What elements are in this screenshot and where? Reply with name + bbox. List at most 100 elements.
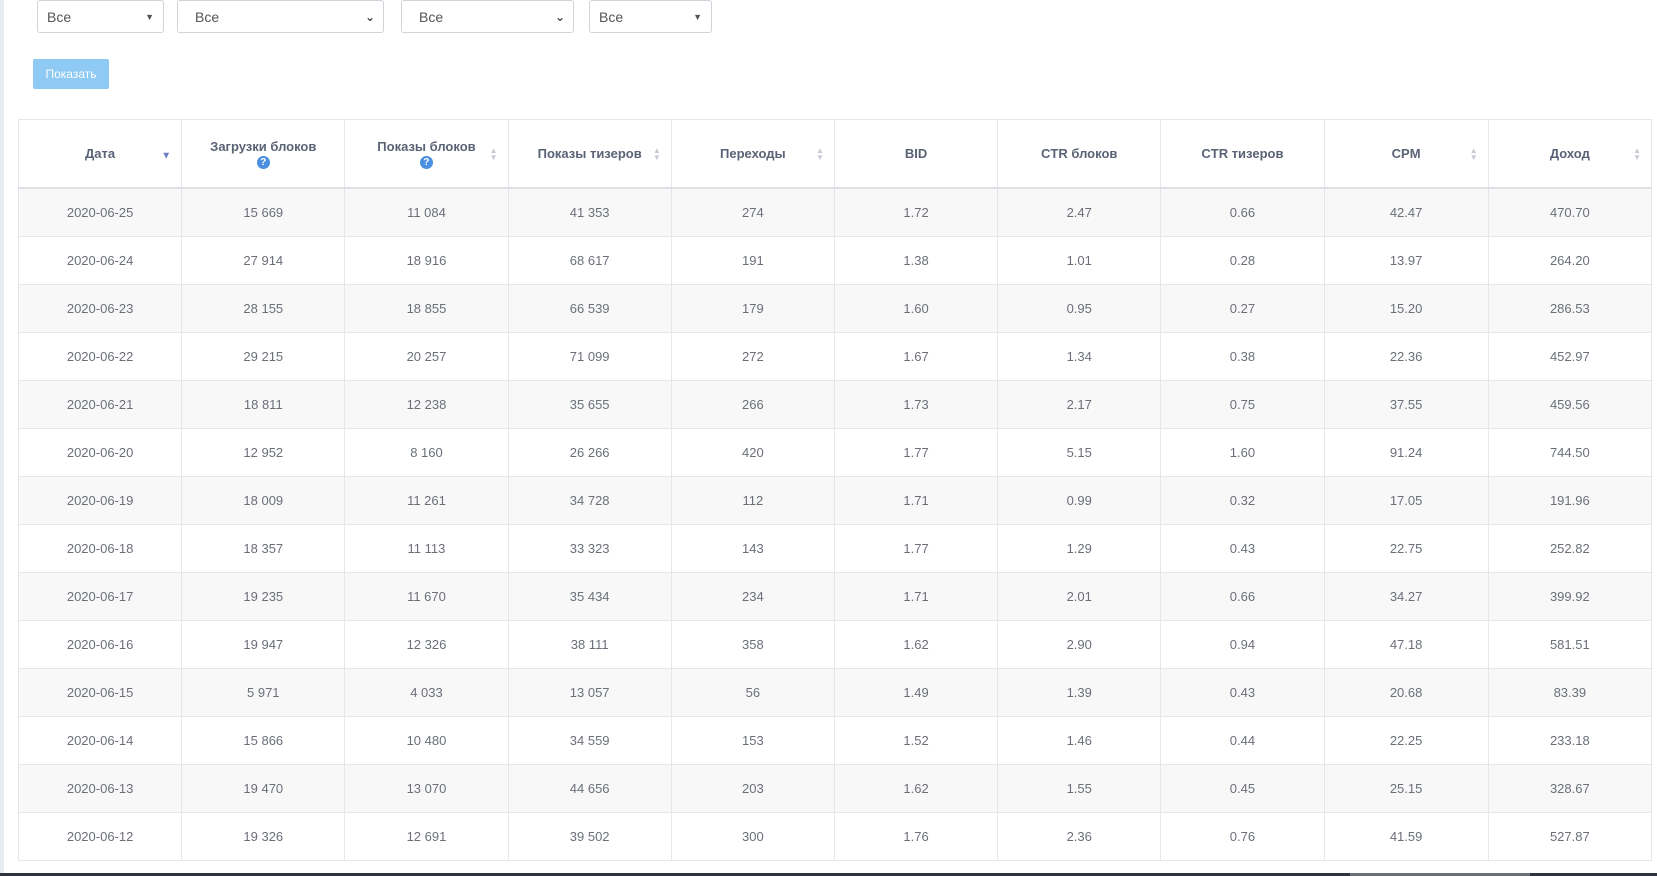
table-cell: 18 357 (181, 524, 346, 573)
table-cell: 15 669 (181, 187, 346, 237)
table-cell: 83.39 (1487, 668, 1653, 717)
table-cell: 1.73 (833, 380, 999, 429)
table-cell: 300 (670, 812, 835, 861)
col-header-clicks[interactable]: Переходы ▲ ▼ (670, 119, 835, 189)
table-cell: 18 009 (181, 476, 346, 525)
filter-select-1[interactable]: Все ▼ (37, 0, 164, 33)
table-cell: 2.90 (997, 620, 1162, 669)
col-header-revenue[interactable]: Доход ▲ ▼ (1487, 119, 1653, 189)
table-cell: 2.01 (997, 572, 1162, 621)
table-cell: 4 033 (344, 668, 509, 717)
filter-select-3[interactable]: Все ⌄ (401, 0, 574, 33)
table-cell: 286.53 (1487, 284, 1653, 333)
stats-table-container: Дата ▼ Загрузки блоков ? Показы блоков ?… (17, 119, 1653, 861)
table-cell: 2020-06-20 (17, 428, 183, 477)
table-cell: 1.52 (833, 716, 999, 765)
table-cell: 34.27 (1323, 572, 1489, 621)
col-header-label: Показы тизеров (537, 146, 642, 161)
table-cell: 1.46 (997, 716, 1162, 765)
table-row: 2020-06-15 5 971 4 033 13 057 56 1.49 1.39 0.43… (17, 668, 1653, 717)
table-row: 2020-06-19 18 009 11 261 34 728 112 1.71 0.99 0… (17, 476, 1653, 525)
table-cell: 153 (670, 716, 835, 765)
col-header-label: Переходы (720, 146, 786, 161)
table-cell: 0.38 (1160, 332, 1325, 381)
help-icon[interactable]: ? (256, 155, 270, 169)
table-cell: 34 728 (507, 476, 672, 525)
show-button[interactable]: Показать (33, 59, 109, 89)
table-cell: 234 (670, 572, 835, 621)
table-cell: 2020-06-18 (17, 524, 183, 573)
table-cell: 71 099 (507, 332, 672, 381)
sort-desc-icon: ▼ (161, 150, 172, 162)
table-cell: 0.43 (1160, 524, 1325, 573)
table-row: 2020-06-21 18 811 12 238 35 655 266 1.73 2.17 0… (17, 380, 1653, 429)
help-icon[interactable]: ? (419, 155, 433, 169)
table-cell: 2020-06-12 (17, 812, 183, 861)
col-header-label: BID (904, 146, 928, 161)
table-cell: 26 266 (507, 428, 672, 477)
table-header-row: Дата ▼ Загрузки блоков ? Показы блоков ?… (17, 119, 1653, 189)
filter-select-2[interactable]: Все ⌄ (177, 0, 384, 33)
table-cell: 1.38 (833, 236, 999, 285)
col-header-label: Загрузки блоков (210, 138, 317, 154)
table-cell: 0.76 (1160, 812, 1325, 861)
col-header-label: CTR блоков (1041, 146, 1118, 161)
table-cell: 34 559 (507, 716, 672, 765)
sort-icon: ▲ ▼ (816, 145, 824, 162)
table-cell: 1.62 (833, 620, 999, 669)
sort-icon: ▲ ▼ (652, 145, 661, 162)
table-row: 2020-06-25 15 669 11 084 41 353 274 1.72 2.47 0… (17, 187, 1653, 237)
col-header-block-views[interactable]: Показы блоков ? ▲ ▼ (344, 119, 509, 189)
table-cell: 15.20 (1323, 284, 1489, 333)
table-cell: 1.71 (833, 476, 999, 525)
table-cell: 12 238 (344, 380, 509, 429)
col-header-cpm[interactable]: CPM ▲ ▼ (1323, 119, 1489, 189)
col-header-teaser-views[interactable]: Показы тизеров ▲ ▼ (507, 119, 672, 189)
table-cell: 37.55 (1323, 380, 1489, 429)
table-cell: 1.55 (997, 764, 1162, 813)
table-cell: 42.47 (1323, 187, 1489, 237)
table-cell: 18 855 (344, 284, 509, 333)
table-cell: 11 261 (344, 476, 509, 525)
table-cell: 1.34 (997, 332, 1162, 381)
filter-select-4[interactable]: Все ▼ (589, 0, 712, 33)
table-row: 2020-06-13 19 470 13 070 44 656 203 1.62 1.55 0… (17, 764, 1653, 813)
table-cell: 91.24 (1323, 428, 1489, 477)
table-cell: 1.29 (997, 524, 1162, 573)
table-cell: 179 (670, 284, 835, 333)
table-cell: 266 (670, 380, 835, 429)
table-row: 2020-06-17 19 235 11 670 35 434 234 1.71 2.01 0… (17, 572, 1653, 621)
sort-icon: ▲ ▼ (1469, 145, 1478, 162)
table-cell: 459.56 (1487, 380, 1653, 429)
table-cell: 15 866 (181, 716, 346, 765)
table-cell: 5.15 (997, 428, 1162, 477)
sort-icon: ▲ ▼ (489, 145, 498, 162)
table-cell: 1.49 (833, 668, 999, 717)
table-cell: 1.76 (833, 812, 999, 861)
table-cell: 2020-06-15 (17, 668, 183, 717)
chevron-down-icon: ⌄ (554, 10, 565, 24)
table-cell: 233.18 (1487, 716, 1653, 765)
table-cell: 2020-06-13 (17, 764, 183, 813)
table-cell: 0.66 (1160, 572, 1325, 621)
table-cell: 35 655 (507, 380, 672, 429)
table-cell: 358 (670, 620, 835, 669)
table-cell: 191 (670, 236, 835, 285)
table-cell: 252.82 (1487, 524, 1653, 573)
col-header-label: Доход (1549, 146, 1590, 161)
table-cell: 2020-06-16 (17, 620, 183, 669)
col-header-date[interactable]: Дата ▼ (17, 119, 183, 189)
table-cell: 0.28 (1160, 236, 1325, 285)
table-cell: 35 434 (507, 572, 672, 621)
table-cell: 272 (670, 332, 835, 381)
table-cell: 22.36 (1323, 332, 1489, 381)
filter-select-1-value: Все (47, 9, 72, 25)
filter-select-3-value: Все (419, 9, 444, 25)
table-cell: 0.45 (1160, 764, 1325, 813)
table-cell: 2020-06-25 (17, 187, 183, 237)
table-cell: 203 (670, 764, 835, 813)
table-cell: 2020-06-17 (17, 572, 183, 621)
table-cell: 328.67 (1487, 764, 1653, 813)
table-cell: 420 (670, 428, 835, 477)
table-cell: 2020-06-23 (17, 284, 183, 333)
